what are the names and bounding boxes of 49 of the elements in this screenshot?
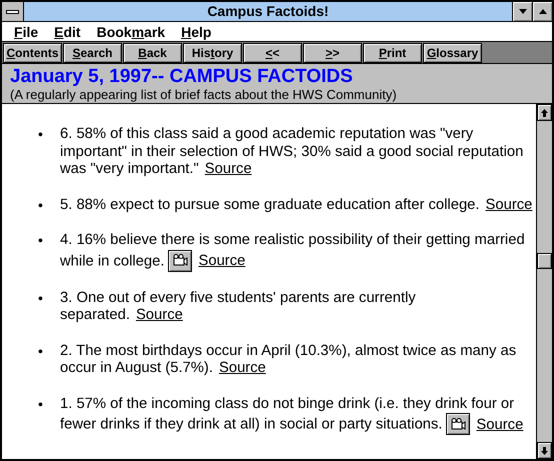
scroll-up-button[interactable]: [537, 104, 552, 121]
bullet: •: [38, 342, 44, 360]
minimize-button[interactable]: [512, 2, 532, 21]
minus-bar-icon: [6, 10, 19, 14]
scroll-down-button[interactable]: [537, 442, 552, 459]
toolbar-button[interactable]: <<: [243, 43, 302, 63]
toolbar-button[interactable]: Print: [363, 43, 422, 63]
down-triangle-icon: [518, 9, 526, 14]
toolbar-button[interactable]: Back: [123, 43, 182, 63]
toolbar-button[interactable]: Glossary: [423, 43, 482, 63]
fact-text: 5. 88% expect to pursue some graduate education after college. Source: [60, 196, 534, 214]
toolbar-button[interactable]: History: [183, 43, 242, 63]
window-title: Campus Factoids!: [206, 2, 330, 21]
bullet: •: [38, 396, 44, 413]
down-arrow-icon: [541, 446, 548, 454]
bullet: •: [38, 196, 44, 214]
topic-subtitle: (A regularly appearing list of brief facts about the HWS Community): [10, 88, 398, 102]
bullet: •: [38, 290, 44, 307]
camera-button[interactable]: [168, 250, 192, 272]
fact-text: 4. 16% believe there is some realistic possibility of their getting married while in college. Source: [60, 232, 536, 272]
fact-text: 1. 57% of the incoming class do not binge drink (i.e. they drink four or fewer drinks if they drink at all) in social or party situations. Source: [60, 396, 536, 435]
topic-title: January 5, 1997-- CAMPUS FACTOIDS: [10, 66, 354, 88]
toolbar-button[interactable]: >>: [303, 43, 362, 63]
bullet: •: [38, 232, 44, 250]
menu-item[interactable]: Edit: [46, 22, 89, 41]
system-menu-button[interactable]: [2, 2, 24, 21]
menu-item[interactable]: File: [6, 22, 46, 41]
up-arrow-icon: [541, 108, 548, 116]
maximize-button[interactable]: [532, 2, 552, 21]
source-link[interactable]: Source: [204, 161, 252, 177]
source-link[interactable]: Source: [136, 307, 183, 323]
bullet: •: [38, 126, 44, 144]
source-link[interactable]: Source: [198, 253, 246, 269]
source-link[interactable]: Source: [218, 360, 266, 376]
scrollbar[interactable]: [536, 104, 552, 459]
menu-item[interactable]: Help: [173, 22, 220, 41]
fact-text: 6. 58% of this class said a good academic reputation was "very important" in their selection of HWS; 30% said a good social reputation was "very important." Source: [60, 126, 524, 178]
scroll-thumb[interactable]: [537, 253, 552, 269]
toolbar-button[interactable]: Contents: [3, 43, 62, 63]
camera-icon: [450, 418, 466, 430]
fact-text: 2. The most birthdays occur in April (10.3%), almost twice as many as occur in August (5.7%). Source: [60, 342, 518, 378]
up-triangle-icon: [538, 9, 546, 14]
source-link[interactable]: Source: [476, 416, 524, 432]
camera-button[interactable]: [446, 413, 470, 435]
toolbar-button[interactable]: Search: [63, 43, 122, 63]
fact-text: 3. One out of every five students' parents are currently separated. Source: [60, 290, 417, 324]
source-link[interactable]: Source: [486, 196, 532, 212]
camera-icon: [172, 254, 188, 267]
menu-item[interactable]: Bookmark: [88, 22, 174, 41]
